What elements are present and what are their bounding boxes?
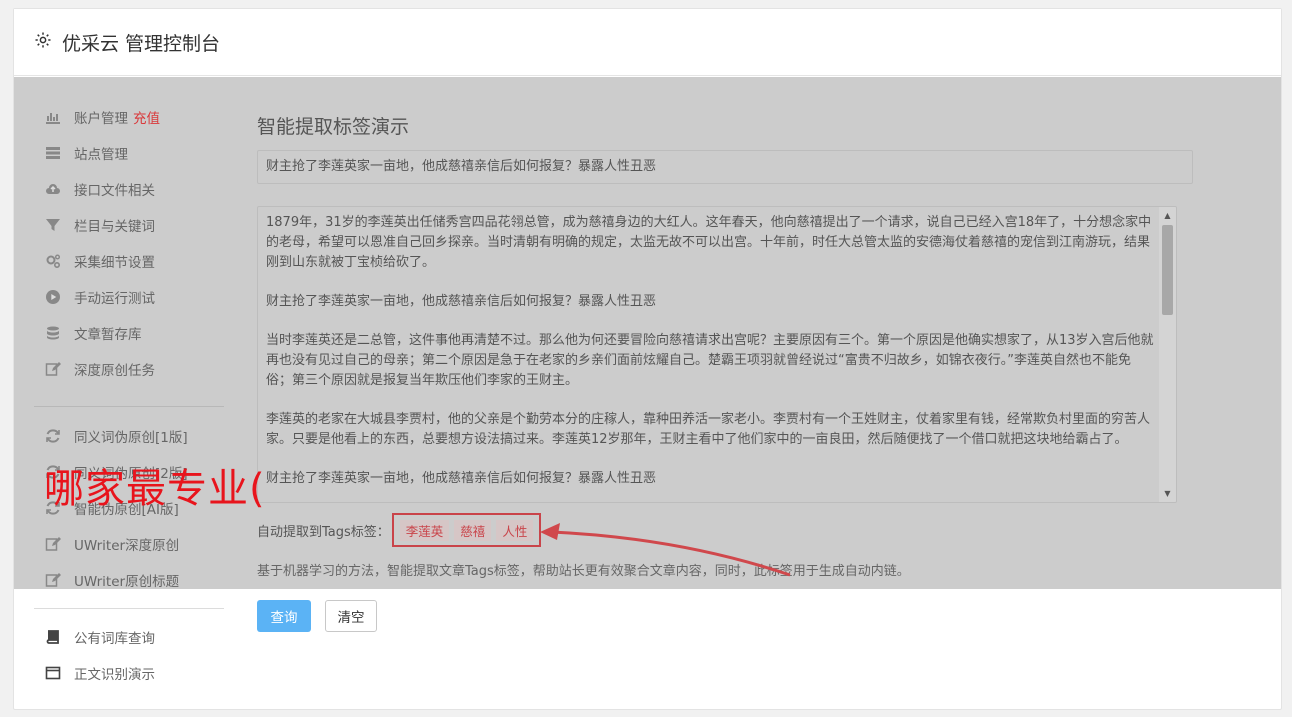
page-header: 优采云 管理控制台 [14,9,1281,76]
console-card: 优采云 管理控制台 账户管理 充值 站点管理 接口文件相关 栏目与关键词 采集细… [13,8,1282,710]
tag-item: 慈禧 [454,519,492,541]
content-paragraph: 当时李莲英还是二总管，这件事他再清楚不过。那么他为何还要冒险向慈禧请求出宫呢？主… [266,333,1154,388]
article-title-input[interactable]: 财主抢了李莲英家一亩地，他成慈禧亲信后如何报复？暴露人性丑恶 [257,150,1193,184]
sidebar-item-label: 深度原创任务 [74,363,155,379]
content-paragraph: 财主抢了李莲英家一亩地，他成慈禧亲信后如何报复？暴露人性丑恶 [266,471,657,486]
refresh-icon [44,427,62,445]
sidebar: 账户管理 充值 站点管理 接口文件相关 栏目与关键词 采集细节设置 手动运行测试… [14,77,229,717]
sidebar-item-article-storage[interactable]: 文章暂存库 [44,321,142,345]
content-paragraph: 财主抢了李莲英家一亩地，他成慈禧亲信后如何报复？暴露人性丑恶 [266,294,657,309]
gear-icon [34,31,52,49]
sidebar-item-label: UWriter原创标题 [74,574,180,590]
tags-result-row: 自动提取到Tags标签： 李莲英 慈禧 人性 [257,513,542,547]
sidebar-item-manual-run[interactable]: 手动运行测试 [44,285,155,309]
play-circle-icon [44,288,62,306]
scroll-up-arrow-icon[interactable]: ▲ [1159,207,1176,224]
window-icon [44,664,62,682]
tag-item: 李莲英 [399,519,450,541]
content-paragraph: 1879年，31岁的李莲英出任储秀宫四品花翎总管，成为慈禧身边的大红人。这年春天… [266,215,1152,270]
sidebar-item-uwriter-title[interactable]: UWriter原创标题 [44,568,179,592]
divider [34,608,224,609]
sidebar-item-sites[interactable]: 站点管理 [44,141,128,165]
annotation-arrow-icon [540,523,791,577]
article-content-textarea[interactable]: 1879年，31岁的李莲英出任储秀宫四品花翎总管，成为慈禧身边的大红人。这年春天… [257,206,1177,503]
cloud-upload-icon [44,180,62,198]
sidebar-item-uwriter-deep[interactable]: UWriter深度原创 [44,532,179,556]
section-title: 智能提取标签演示 [257,116,410,138]
bar-chart-icon [44,108,62,126]
tags-highlight-box: 李莲英 慈禧 人性 [391,513,542,547]
sidebar-item-label: 手动运行测试 [74,291,155,307]
sidebar-item-deep-original[interactable]: 深度原创任务 [44,357,155,381]
recharge-link[interactable]: 充值 [133,107,160,127]
query-button[interactable]: 查询 [257,600,311,632]
content-paragraph: 李莲英的老家在大城县李贾村，他的父亲是个勤劳本分的庄稼人，靠种田养活一家老小。李… [266,412,1151,447]
textarea-scrollbar[interactable]: ▲ ▼ [1159,207,1176,502]
tag-item: 人性 [496,519,534,541]
sidebar-item-label: 接口文件相关 [74,183,155,199]
sidebar-item-label: UWriter深度原创 [74,538,180,554]
tags-label: 自动提取到Tags标签： [257,524,390,540]
edit-icon [44,535,62,553]
sidebar-item-public-lexicon[interactable]: 公有词库查询 [44,625,155,649]
book-icon [44,628,62,646]
divider [34,406,224,407]
sidebar-item-columns-keywords[interactable]: 栏目与关键词 [44,213,155,237]
sidebar-item-label: 公有词库查询 [74,631,155,647]
article-content-text: 1879年，31岁的李莲英出任储秀宫四品花翎总管，成为慈禧身边的大红人。这年春天… [266,213,1154,502]
sidebar-item-collect-settings[interactable]: 采集细节设置 [44,249,155,273]
edit-icon [44,360,62,378]
sidebar-item-label: 采集细节设置 [74,255,155,271]
sidebar-item-interface-files[interactable]: 接口文件相关 [44,177,155,201]
server-icon [44,144,62,162]
scroll-down-arrow-icon[interactable]: ▼ [1159,485,1176,502]
annotation-overlay-text: 哪家最专业( [44,466,266,512]
sidebar-item-synonym-v1[interactable]: 同义词伪原创[1版] [44,424,188,448]
sidebar-item-label: 同义词伪原创[1版] [74,430,188,446]
sidebar-item-label: 正文识别演示 [74,667,155,683]
scrollbar-thumb[interactable] [1162,225,1173,315]
sidebar-item-label: 账户管理 [74,111,128,127]
sidebar-item-label: 站点管理 [74,147,128,163]
clear-button[interactable]: 清空 [325,600,377,632]
sidebar-item-account[interactable]: 账户管理 充值 [44,105,160,129]
edit-icon [44,571,62,589]
filter-icon [44,216,62,234]
page-title: 优采云 管理控制台 [62,33,221,55]
database-icon [44,324,62,342]
sidebar-item-body-recognition[interactable]: 正文识别演示 [44,661,155,685]
sidebar-item-label: 文章暂存库 [74,327,142,343]
gears-icon [44,252,62,270]
sidebar-item-label: 栏目与关键词 [74,219,155,235]
